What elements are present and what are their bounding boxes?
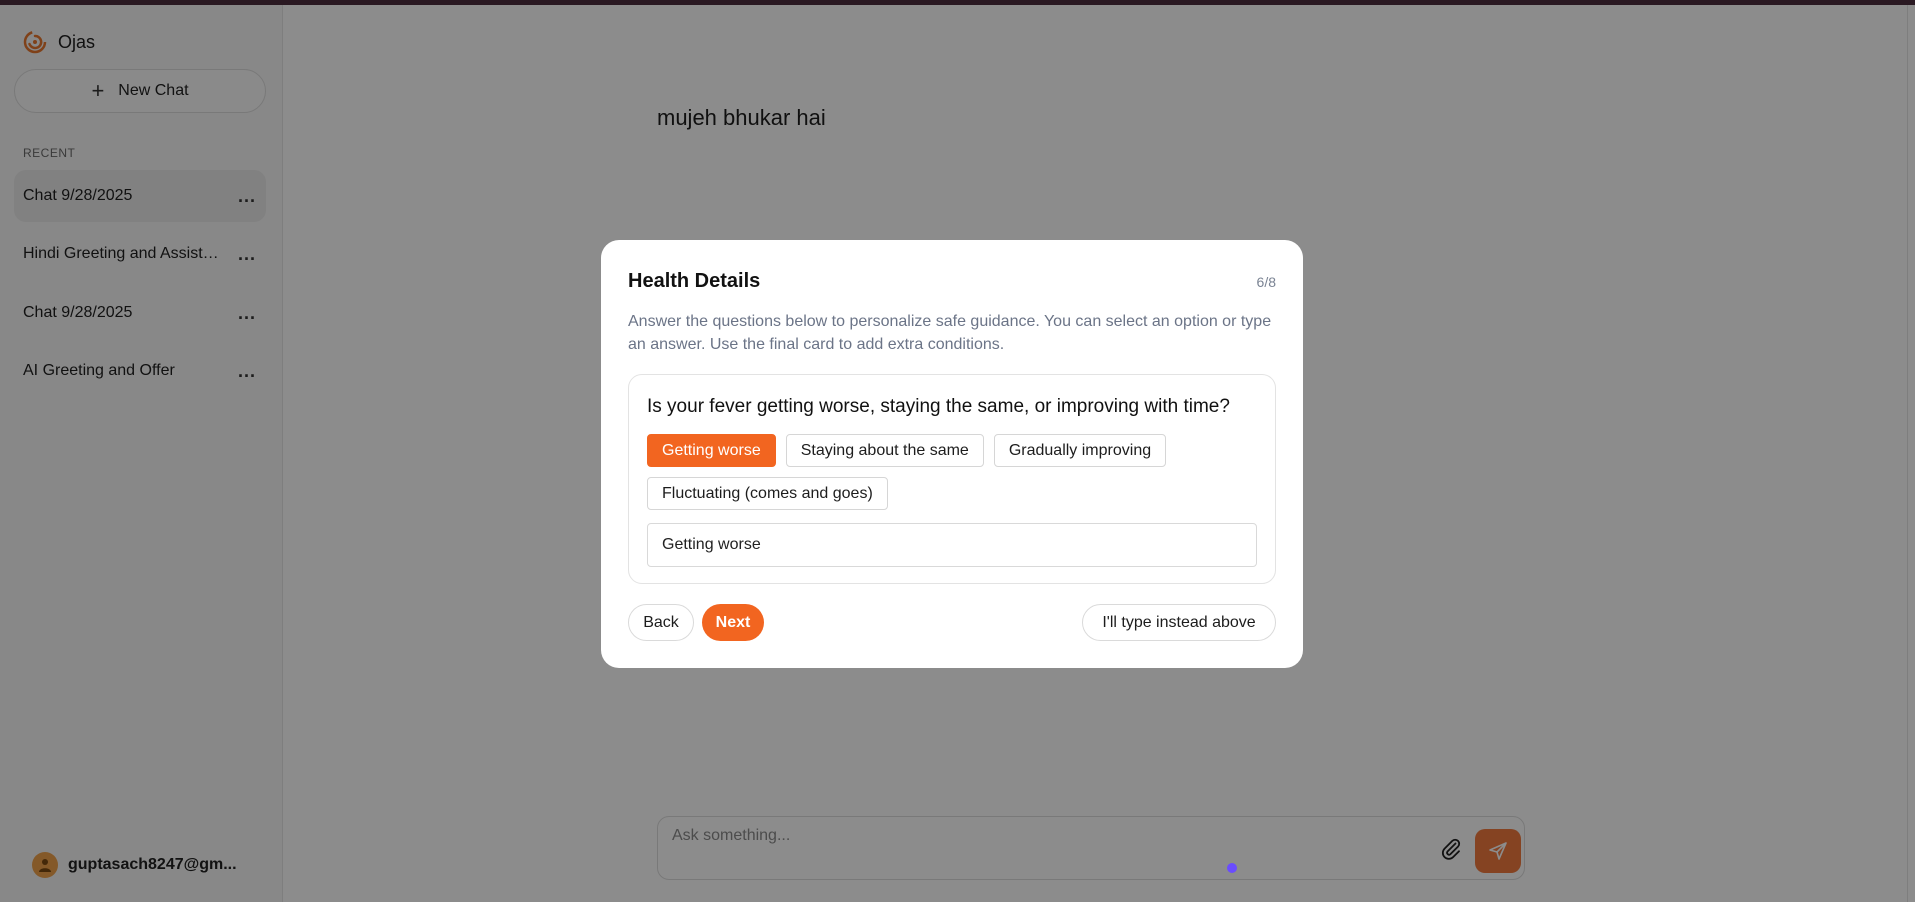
option-fluctuating[interactable]: Fluctuating (comes and goes) bbox=[647, 477, 888, 510]
answer-field[interactable] bbox=[647, 523, 1257, 567]
status-dot bbox=[1227, 863, 1237, 873]
question-card: Is your fever getting worse, staying the… bbox=[628, 374, 1276, 584]
health-details-modal: Health Details 6/8 Answer the questions … bbox=[601, 240, 1303, 668]
option-staying-same[interactable]: Staying about the same bbox=[785, 434, 984, 467]
type-instead-button[interactable]: I'll type instead above bbox=[1082, 604, 1276, 641]
back-button[interactable]: Back bbox=[628, 604, 694, 641]
option-gradually-improving[interactable]: Gradually improving bbox=[993, 434, 1167, 467]
next-button[interactable]: Next bbox=[702, 604, 764, 641]
modal-title: Health Details bbox=[628, 270, 761, 292]
step-counter: 6/8 bbox=[1256, 274, 1276, 290]
answer-options: Getting worse Staying about the same Gra… bbox=[647, 434, 1257, 510]
modal-description: Answer the questions below to personaliz… bbox=[628, 313, 1272, 353]
question-text: Is your fever getting worse, staying the… bbox=[647, 396, 1230, 417]
option-getting-worse[interactable]: Getting worse bbox=[647, 434, 776, 467]
